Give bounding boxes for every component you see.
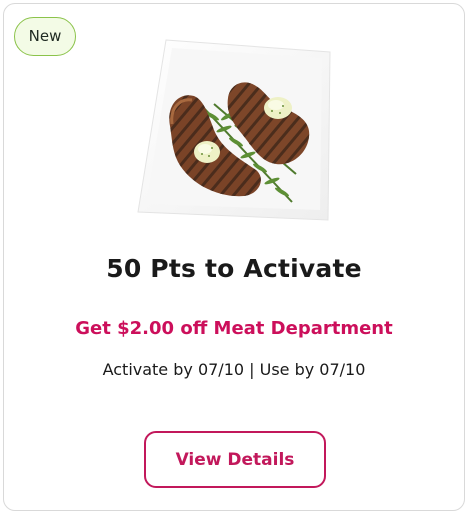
offer-text: Get $2.00 off Meat Department	[75, 318, 393, 339]
new-badge: New	[14, 17, 76, 56]
steak-image	[137, 39, 331, 221]
offer-dates: Activate by 07/10 | Use by 07/10	[102, 360, 366, 379]
view-details-button[interactable]: View Details	[144, 431, 326, 488]
new-badge-label: New	[28, 27, 62, 45]
offer-card[interactable]: New 50 Pts to Activate Get $2.00 off Mea…	[3, 3, 465, 511]
points-headline: 50 Pts to Activate	[106, 254, 362, 283]
